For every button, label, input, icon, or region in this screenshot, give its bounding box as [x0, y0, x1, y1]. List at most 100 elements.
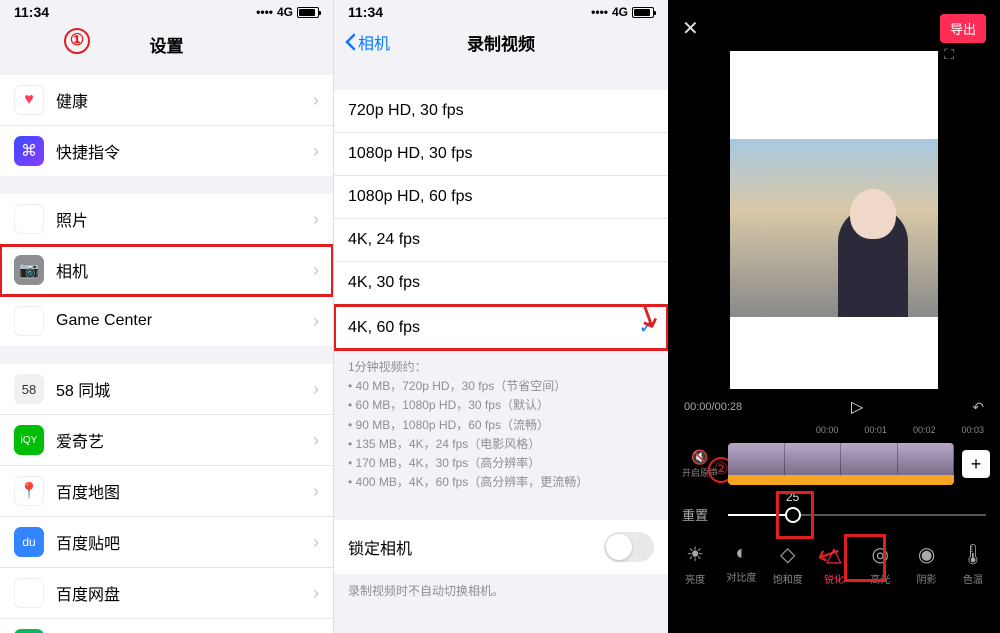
settings-row-shortcut[interactable]: ⌘ 快捷指令 › [0, 126, 333, 176]
settings-header: ① 设置 [0, 22, 333, 65]
video-option-1[interactable]: 1080p HD, 30 fps [334, 133, 668, 176]
settings-row-heart[interactable]: ♥ 健康 › [0, 75, 333, 126]
status-time: 11:34 [348, 4, 383, 20]
back-button[interactable]: 相机 [344, 30, 390, 54]
58-icon: 58 [14, 374, 44, 404]
chevron-right-icon: › [313, 379, 319, 400]
play-button[interactable]: ▷ [851, 397, 863, 417]
row-label: 照片 [56, 207, 313, 231]
adjust-icon: ◐ [720, 542, 762, 565]
chevron-right-icon: › [313, 311, 319, 332]
settings-row-iqy[interactable]: iQY 爱奇艺 › [0, 415, 333, 466]
status-right: •••• 4G [591, 5, 654, 19]
lock-hint: 录制视频时不自动切换相机。 [334, 574, 668, 605]
chevron-right-icon: › [313, 141, 319, 162]
settings-panel: 11:34 •••• 4G ① 设置 ♥ 健康 › ⌘ 快捷指令 › ✿ 照片 … [0, 0, 333, 633]
settings-row-bmap[interactable]: 📍 百度地图 › [0, 466, 333, 517]
video-option-5[interactable]: 4K, 60 fps ✓ [334, 305, 668, 350]
editor-topbar: ✕ 导出 [668, 0, 1000, 51]
clip-thumbnails[interactable] [728, 443, 954, 485]
battery-icon [297, 7, 319, 18]
adjust-icon: ☀ [674, 542, 716, 567]
settings-row-photos[interactable]: ✿ 照片 › [0, 194, 333, 245]
video-frame-image [730, 139, 938, 317]
status-right: •••• 4G [256, 5, 319, 19]
footnote: 1分钟视频约：• 40 MB，720p HD，30 fps（节省空间）• 60 … [334, 350, 668, 496]
settings-row-camera[interactable]: 📷 相机 › [0, 245, 333, 296]
export-button[interactable]: 导出 [940, 14, 986, 43]
adjust-label: 阴影 [917, 575, 937, 586]
row-label: 快捷指令 [56, 139, 313, 163]
adjust-对比度[interactable]: ◐ 对比度 [720, 542, 762, 586]
reset-button[interactable]: 重置 [682, 505, 708, 524]
expand-icon[interactable]: ⛶ [944, 46, 954, 63]
row-label: Game Center [56, 312, 313, 330]
row-label: 百度网盘 [56, 581, 313, 605]
settings-row-btb[interactable]: du 百度贴吧 › [0, 517, 333, 568]
video-option-0[interactable]: 720p HD, 30 fps [334, 90, 668, 133]
chevron-right-icon: › [313, 481, 319, 502]
tick-label: 00:01 [864, 425, 887, 435]
row-label: 相机 [56, 258, 313, 282]
chevron-right-icon: › [313, 260, 319, 281]
adjust-label: 亮度 [685, 575, 705, 586]
adjust-亮度[interactable]: ☀ 亮度 [674, 542, 716, 586]
adjust-饱和度[interactable]: ◇ 饱和度 [767, 542, 809, 586]
adjust-色温[interactable]: 🌡 色温 [952, 542, 994, 586]
adjust-icon: ◇ [767, 542, 809, 567]
adjust-label: 锐化 [824, 575, 844, 586]
option-label: 4K, 60 fps [348, 319, 420, 337]
row-label: 百度贴吧 [56, 530, 313, 554]
option-label: 4K, 30 fps [348, 274, 420, 292]
add-clip-button[interactable]: + [962, 450, 990, 478]
adjust-icon: ◉ [906, 542, 948, 567]
camera-icon: 📷 [14, 255, 44, 285]
adjust-slider-row: 重置 25 [668, 491, 1000, 534]
iqy-icon: iQY [14, 425, 44, 455]
option-label: 1080p HD, 30 fps [348, 145, 473, 163]
shortcut-icon: ⌘ [14, 136, 44, 166]
photos-icon: ✿ [14, 204, 44, 234]
audio-track [728, 475, 954, 485]
signal-icon: •••• [591, 5, 608, 19]
video-option-3[interactable]: 4K, 24 fps [334, 219, 668, 262]
adjust-icon: 🌡 [952, 542, 994, 567]
settings-row-gc[interactable]: ● Game Center › [0, 296, 333, 346]
video-option-4[interactable]: 4K, 30 fps [334, 262, 668, 305]
video-preview[interactable] [730, 51, 938, 389]
heart-icon: ♥ [14, 85, 44, 115]
settings-title: 设置 [150, 37, 184, 56]
network-label: 4G [612, 5, 628, 19]
tick-label: 00:03 [961, 425, 984, 435]
lock-toggle[interactable] [604, 532, 654, 562]
settings-row-58[interactable]: 58 58 同城 › [0, 364, 333, 415]
row-label: 58 同城 [56, 377, 313, 401]
timeline-ticks: 00:0000:0100:0200:03 [668, 423, 1000, 439]
option-label: 1080p HD, 60 fps [348, 188, 473, 206]
signal-icon: •••• [256, 5, 273, 19]
lock-camera-row[interactable]: 锁定相机 [334, 520, 668, 574]
lock-label: 锁定相机 [348, 535, 412, 559]
adjust-label: 色温 [963, 575, 983, 586]
network-label: 4G [277, 5, 293, 19]
bmap-icon: 📍 [14, 476, 44, 506]
row-label: 健康 [56, 88, 313, 112]
adjust-label: 对比度 [726, 573, 756, 584]
undo-button[interactable]: ↶ [972, 399, 984, 416]
adjust-阴影[interactable]: ◉ 阴影 [906, 542, 948, 586]
settings-row-bwp[interactable]: ☁ 百度网盘 › [0, 568, 333, 619]
play-bar: 00:00/00:28 ▷ ↶ [668, 389, 1000, 423]
chevron-right-icon: › [313, 209, 319, 230]
record-header: 相机 录制视频 [334, 22, 668, 62]
gc-icon: ● [14, 306, 44, 336]
close-button[interactable]: ✕ [682, 16, 699, 41]
settings-row-bwk[interactable]: 文 百度文库 › [0, 619, 333, 633]
time-display: 00:00/00:28 [684, 401, 742, 413]
video-option-2[interactable]: 1080p HD, 60 fps [334, 176, 668, 219]
tick-label: 00:02 [913, 425, 936, 435]
bwk-icon: 文 [14, 629, 44, 633]
option-label: 4K, 24 fps [348, 231, 420, 249]
bwp-icon: ☁ [14, 578, 44, 608]
sharpen-slider[interactable]: 25 [728, 514, 986, 516]
annotation-highlight-slider [776, 491, 814, 539]
